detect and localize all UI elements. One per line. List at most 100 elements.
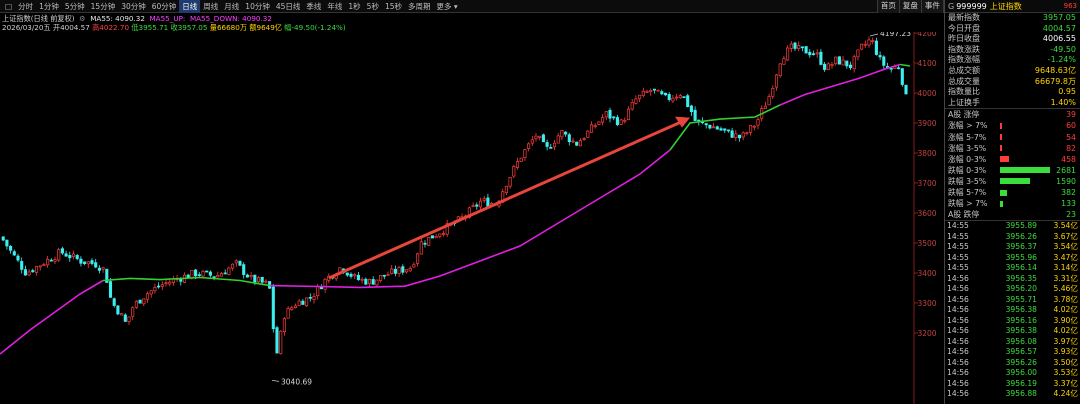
candle-body [593, 125, 597, 128]
candle-body [282, 318, 286, 333]
y-tick-label: 3800 [917, 149, 936, 158]
candle-body [741, 132, 745, 138]
stat-row: 最新指数 3957.05 [945, 13, 1080, 24]
stat-label: 昨日收盘 [948, 34, 980, 44]
candle-body [345, 272, 349, 276]
period-tab[interactable]: □ [2, 0, 15, 13]
period-tab[interactable]: 30分钟 [118, 0, 149, 13]
candle-body [83, 261, 87, 264]
breadth-value: 23 [1066, 210, 1076, 220]
candle-body [279, 330, 283, 354]
kline-svg[interactable]: 4200 4100 4000 3900 3800 3700 3600 3500 3400 3300… [0, 32, 944, 404]
settings-icon[interactable]: ⚙ [77, 14, 88, 23]
stat-label: 指数涨跌 [948, 44, 980, 54]
tick-price: 3956.38 [1005, 326, 1037, 336]
tool-button[interactable]: 事件 [920, 0, 943, 13]
period-tab[interactable]: 月线 [221, 0, 242, 13]
tool-button[interactable]: 首页 [876, 0, 899, 13]
stat-label: 今日开盘 [948, 23, 980, 33]
candle-body [34, 266, 39, 273]
candle-body [42, 264, 46, 266]
candle-body [79, 258, 83, 264]
breadth-bar-track [1000, 134, 1050, 141]
period-tab[interactable]: 10分钟 [242, 0, 273, 13]
candle-body [834, 56, 838, 64]
candle-body [286, 308, 290, 319]
period-tab[interactable]: 1分钟 [36, 0, 62, 13]
candle-body [556, 135, 560, 144]
candle-body [208, 271, 212, 276]
period-tab[interactable]: 1秒 [345, 0, 363, 13]
tick-time: 14:55 [947, 242, 969, 252]
breadth-bar-track [1000, 200, 1050, 207]
tool-button[interactable]: 复盘 [898, 0, 921, 13]
tick-time: 14:56 [947, 347, 969, 357]
tick-row: 14:56 3956.00 3.53亿 [945, 368, 1080, 379]
stat-row: 总成交量 66679.8万 [945, 77, 1080, 88]
candle-body [316, 285, 320, 297]
period-tab[interactable]: 分时 [15, 0, 36, 13]
period-tab[interactable]: 季线 [303, 0, 324, 13]
candle-body [823, 63, 827, 70]
tick-time: 14:56 [947, 305, 969, 315]
tick-row: 14:55 3955.96 3.47亿 [945, 253, 1080, 264]
breadth-row: A股 跌停 23 [945, 209, 1080, 220]
candle-body [882, 56, 886, 66]
candle-body [12, 251, 16, 256]
candle-body [652, 88, 656, 91]
period-tab[interactable]: 15分钟 [88, 0, 119, 13]
stat-row: 指数涨幅 -1.24% [945, 55, 1080, 66]
stat-label: 最新指数 [948, 13, 980, 22]
tick-price: 3956.20 [1005, 284, 1037, 294]
period-tab[interactable]: 多周期 [405, 0, 434, 13]
candle-body [390, 268, 394, 275]
candle-body [419, 241, 423, 255]
period-tab[interactable]: 45日线 [273, 0, 304, 13]
candle-body [589, 124, 594, 133]
tick-price: 3956.26 [1005, 357, 1037, 367]
candle-body [745, 132, 749, 135]
breadth-bar-track [1000, 156, 1050, 163]
candle-body [231, 263, 235, 269]
breadth-row: 涨幅 3-5% 82 [945, 143, 1080, 154]
breadth-bar-track [1000, 122, 1050, 129]
period-tab[interactable]: 年线 [324, 0, 345, 13]
breadth-label: 涨幅 5-7% [948, 132, 987, 142]
tick-amount: 4.24亿 [1053, 389, 1078, 399]
period-tab[interactable]: 5秒 [364, 0, 382, 13]
candles [1, 36, 908, 355]
period-tab[interactable]: 5分钟 [62, 0, 88, 13]
candle-body [808, 51, 812, 56]
candle-body [512, 166, 516, 177]
candle-body [271, 286, 275, 330]
period-tab[interactable]: 更多 ▾ [434, 0, 461, 13]
period-tab[interactable]: 周线 [200, 0, 221, 13]
tick-list[interactable]: 14:55 3955.89 3.54亿 14:55 3956.26 3.67亿 14:55 3… [945, 220, 1080, 400]
candle-body [264, 280, 268, 283]
candle-body [597, 121, 601, 125]
stat-value: 66679.8万 [1034, 76, 1076, 86]
candle-body [900, 68, 904, 85]
index-code: 999999 [956, 1, 987, 11]
candle-body [771, 88, 775, 97]
tick-row: 14:56 3956.19 3.37亿 [945, 379, 1080, 390]
candle-body [486, 197, 490, 207]
candle-body [168, 281, 172, 285]
candle-body [16, 255, 20, 261]
kline-chart[interactable]: 4200 4100 4000 3900 3800 3700 3600 3500 3400 3300… [0, 32, 944, 404]
period-tab[interactable]: 60分钟 [149, 0, 180, 13]
trend-arrow-line[interactable] [328, 120, 684, 279]
breadth-label: 跌幅 > 7% [948, 199, 988, 209]
candle-body [416, 253, 420, 264]
tick-time: 14:55 [947, 263, 969, 273]
candle-body [645, 91, 649, 93]
ma-value: MA55: 4090.32 [90, 14, 145, 23]
period-tab[interactable]: 日线 [179, 0, 201, 13]
breadth-row: A股 涨停 39 [945, 109, 1080, 120]
tick-price: 3956.08 [1005, 336, 1037, 346]
candle-body [386, 274, 390, 276]
breadth-row: 跌幅 0-3% 2681 [945, 165, 1080, 176]
breadth-row: 涨幅 > 7% 60 [945, 120, 1080, 131]
candle-body [708, 124, 712, 129]
period-tab[interactable]: 15秒 [382, 0, 405, 13]
